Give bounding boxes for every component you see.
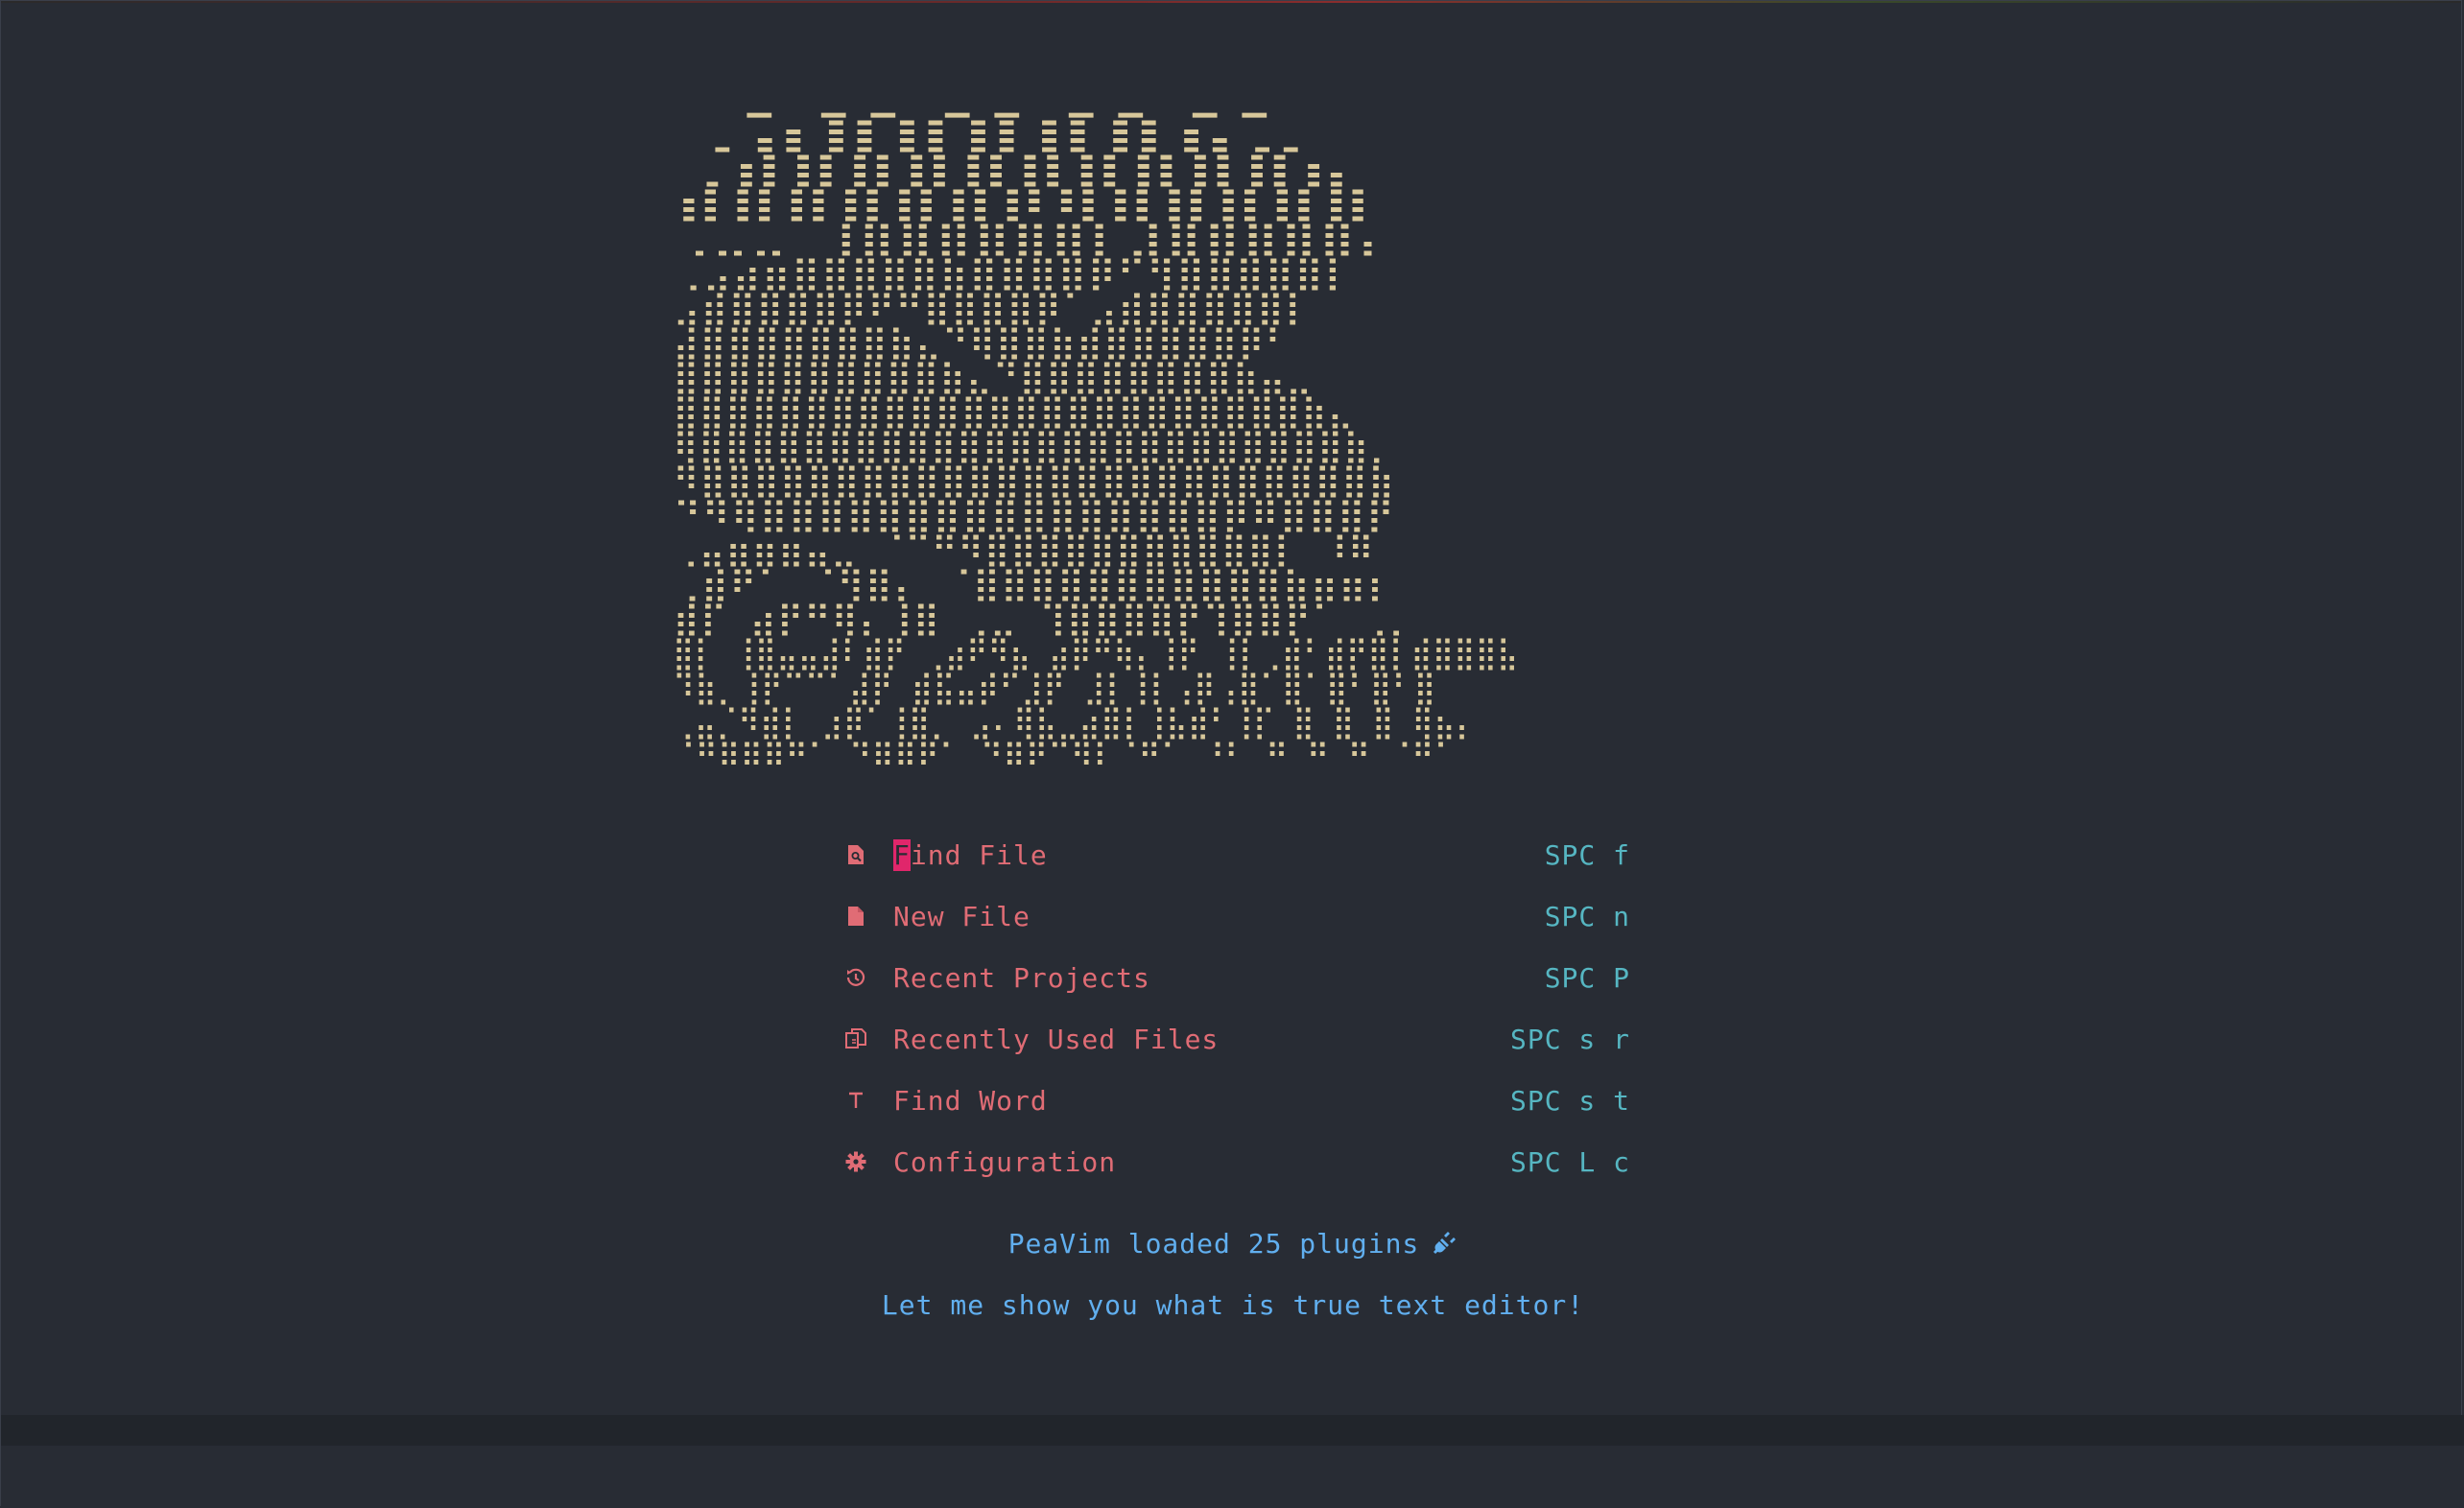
menu-item-shortcut: SPC n bbox=[1544, 900, 1630, 932]
logo-art-line: ⠻⣿⣿⣿⣿⣿⣿⣿⣿⣿⣿⣿⣿⣿⣿⣿⣿⣿⣿⣿⣿⣿⣿⣿⣿⣿⣷ bbox=[673, 461, 1395, 500]
logo-art-line: ⣾⡏ ⣴⡟⠛⢿⡄⢸⣿ ⢀⣀ ⢹⣿⣿⣿⣿⡟⢹⣿⣿⡟⠁ ⢀⡀ bbox=[673, 600, 1415, 638]
menu-item-label: New File bbox=[893, 900, 1031, 932]
logo-art-line: ⢀⣴⣿⣿⣿⣿⣿⣦⣀ bbox=[673, 116, 1313, 154]
new-file-icon bbox=[843, 903, 868, 930]
peavim-ascii-logo: ⢀⣀⣀⣀⣀ ⢀⣴⣿⣿⣿⣿⣿⣦⣀ ⢀⣾⣿⣿⣿⣿⣿⣿⣿⣿⣿⣦ ⣾⣿⣿⣿⣿⣿⡿⢿⣿⣿⣿… bbox=[673, 82, 1519, 776]
logo-art-line: ⢀⣾⠟⠁ ⠈⢻⣿⡄ ⠈⣿⣿⣿⣿⣿⣿⣿⣿⣿⣿⣿⣷⣶⣶⡆ bbox=[673, 565, 1395, 603]
logo-art-line: ⠙⠻⢿⣿⣿⣿⣿⣿⣿⣿⣿⣿⣿⣿⣿⣿⣿⣿⣿⡿⠿⣿⣿⣿⡟ bbox=[673, 496, 1395, 534]
text-cursor: F bbox=[893, 838, 911, 871]
menu-item-label: Configuration bbox=[893, 1145, 1117, 1178]
history-icon bbox=[843, 964, 868, 991]
logo-art-line: ⣿⣿⣿⣿⣿⣿⣿⣿⣿⣿⣿⣿⣿⣿⣿⣿⣿⣿⣿⣿⣿⣿⣿⣿⣷⣄ bbox=[673, 392, 1354, 431]
logo-art-line: ⢀⣀⣀⣀⣀ bbox=[673, 82, 1291, 120]
window-top-border bbox=[1, 1, 2461, 3]
logo-art-line: ⢀⣤⡈⠻⣾⡇ ⣰⡿⠁⢸⣿⡀ ⣠⠄⢿⣧⣀⣴⣿⡇⢸⣧⣾⠃⢸⡏ ⣿ ⣿ ⣿ ⢿⣦⡄ bbox=[673, 703, 1478, 742]
menu-item-shortcut: SPC s r bbox=[1509, 1023, 1630, 1055]
menu-item-shortcut: SPC s t bbox=[1509, 1084, 1630, 1117]
menu-item-label: Recent Projects bbox=[893, 961, 1150, 994]
menu-item-shortcut: SPC P bbox=[1544, 961, 1630, 994]
logo-art-line: ⢀⣾⣿⣿⣿⣿⣿⣿⣿⣿⣿⣦ bbox=[673, 151, 1354, 189]
menu-item-shortcut: SPC L c bbox=[1509, 1145, 1630, 1178]
terminal-window: ⢀⣀⣀⣀⣀ ⢀⣴⣿⣿⣿⣿⣿⣦⣀ ⢀⣾⣿⣿⣿⣿⣿⣿⣿⣿⣿⣦ ⣾⣿⣿⣿⣿⣿⡿⢿⣿⣿⣿… bbox=[0, 0, 2464, 1507]
menu-item-find-file[interactable]: Find File SPC f bbox=[843, 824, 1630, 885]
logo-art-line: ⣼⣿⣿⣿⣿⣿⣿⣿⣷⣄⠙⢿⣿⣿⣷⣾⣿⣿⣿⣿⣿⡿⠃ bbox=[673, 323, 1291, 362]
menu-item-recent-projects[interactable]: Recent Projects SPC P bbox=[843, 947, 1630, 1008]
status-line bbox=[1, 1415, 2464, 1446]
logo-art-line: ⣿⣿⣿⣿⣿⣿⣿⣿⣿⣿⣷⣄⠙⣿⣿⣿⣿⣿⣿⣿⣿⣷⣤⣀ bbox=[673, 358, 1313, 396]
logo-art-line: ⠹⣷⡀⢸⡟⠉⠉⠁⣼⡟ ⣾⣯⣤⡾⠋⣸⡟ ⣸⡇⢸⡇⢠⡿⢠⣿⠁⣿⠁⣿⠃⣿⠃⣿ bbox=[673, 669, 1436, 707]
logo-art-line: ⠈⠛⠿⠿⠿⠛⠁ ⠙⠿⠿⠟⠁ ⠙⠿⠟⠉⠻⠇⠈⠛⠁ ⠘⠃ ⠛ ⠛ ⠛ ⠈⠛⠁ bbox=[673, 738, 1457, 776]
logo-art-line: ⢀⣤⣶⣶⣶⣤⣀ ⠈⠉⠛⠻⣿⣿⣿⣿⣿⣿⣿⣿⣿⣿⣿⡇ ⠸⠿ bbox=[673, 530, 1374, 569]
menu-item-label: Recently Used Files bbox=[893, 1023, 1220, 1055]
logo-art-line: ⣾⣿⣿⣿⣿⣿⡿⢿⣿⣿⣿⣿⣿ bbox=[673, 185, 1374, 224]
menu-item-label: Find Word bbox=[893, 1084, 1048, 1117]
menu-item-new-file[interactable]: New File SPC n bbox=[843, 885, 1630, 947]
plug-icon bbox=[1431, 1230, 1457, 1263]
menu-item-find-word[interactable]: Find Word SPC s t bbox=[843, 1070, 1630, 1131]
menu-item-shortcut: SPC f bbox=[1544, 838, 1630, 871]
logo-art-line: ⢿⣿⣿⣿⣿⣿⣿⣿⣿⣿⣿⣿⣿⣿⣿⣿⣿⣿⣿⣿⣿⣿⣿⣿⣿⣿⣷⡀ bbox=[673, 427, 1395, 465]
search-file-icon bbox=[843, 841, 868, 868]
gear-icon bbox=[843, 1148, 868, 1175]
plugins-loaded-text: PeaVim loaded 25 plugins bbox=[1007, 1228, 1420, 1260]
dashboard-menu: Find File SPC f New File SPC n Recent Pr… bbox=[843, 824, 1630, 1192]
logo-art-line: ⢀⣀⣀ ⢸⣿⣿⣿⣿⣿⣿⡇⣸⣿⣿⣿⣿⣿⡄ bbox=[673, 220, 1395, 258]
menu-item-label: Find File bbox=[893, 838, 1048, 871]
logo-art-line: ⣿⡇ ⢸⣿⣤⣤⣼⠇⣾⡟ ⢀⣴⠟⠻⣦ ⣴⡿⠛⢷⡄⢸⡟ ⢸⡇⢀⣾⠃⣾⡟⣿⡇⣾⣿⣿⣿⣧ bbox=[673, 634, 1519, 672]
command-line[interactable] bbox=[1, 1446, 2464, 1507]
plugins-loaded-message: PeaVim loaded 25 plugins bbox=[1, 1228, 2464, 1263]
menu-item-configuration[interactable]: Configuration SPC L c bbox=[843, 1131, 1630, 1192]
menu-item-recently-used-files[interactable]: Recently Used Files SPC s r bbox=[843, 1008, 1630, 1070]
logo-art-line: ⢀⣠⣴⣶⣿⣿⣿⣿⣿⣷⣿⣿⣿⣿⡿⠋⢻⣿⣿⣿⣿⣿⡇ bbox=[673, 254, 1354, 293]
copy-files-icon bbox=[843, 1025, 868, 1052]
text-icon bbox=[843, 1087, 868, 1114]
tagline: Let me show you what is true text editor… bbox=[881, 1289, 1585, 1321]
logo-art-line: ⣠⣾⣿⣿⣿⣿⡿⠟⠛⣿⣿⣿⣿⡿⠁⣠⣾⣿⣿⣿⣿⣿⡇ bbox=[673, 289, 1313, 327]
